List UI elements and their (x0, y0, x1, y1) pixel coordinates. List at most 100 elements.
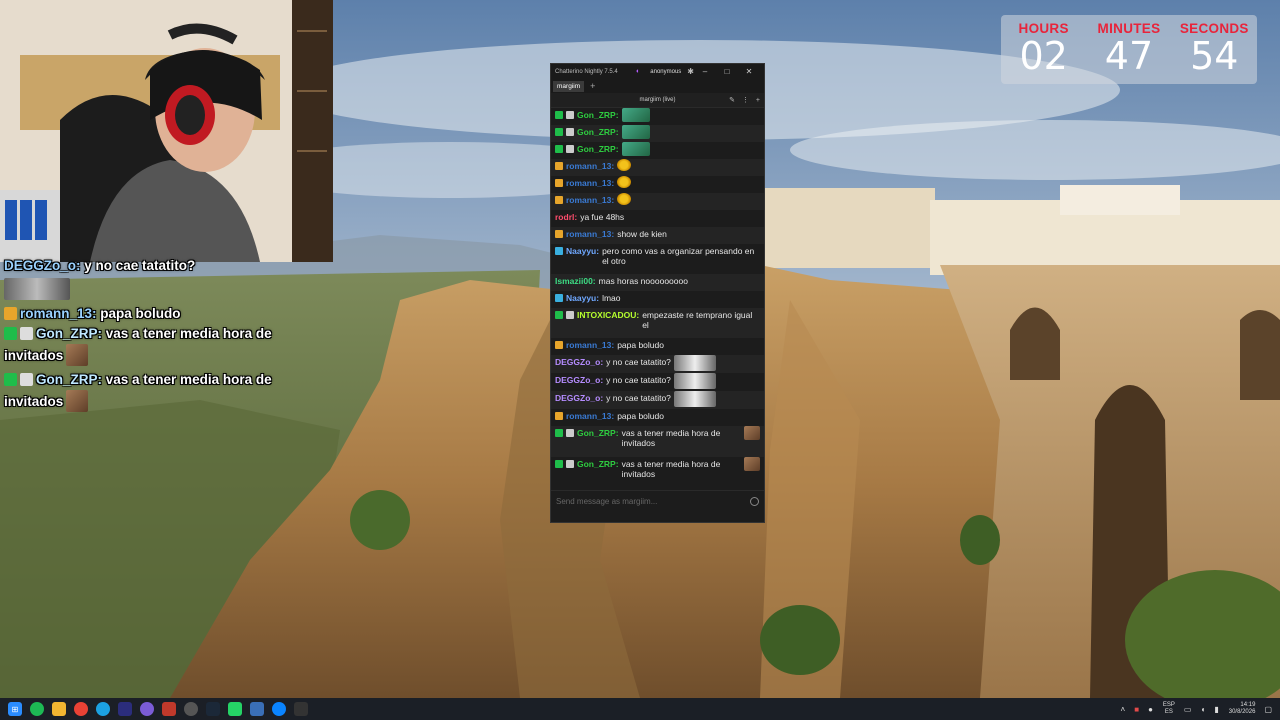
steam-icon[interactable] (206, 702, 220, 716)
chat-message[interactable]: INTOXICADOU: empezaste re temprano igual … (551, 308, 764, 338)
chat-username[interactable]: DEGGZo_o: (555, 375, 603, 385)
add-split-icon[interactable]: + (756, 97, 760, 104)
obs-icon[interactable] (184, 702, 198, 716)
close-button[interactable]: ✕ (738, 67, 760, 76)
minimize-button[interactable]: – (694, 67, 716, 76)
chat-text: y no cae tatatito? (606, 357, 671, 367)
whatsapp-icon[interactable] (228, 702, 242, 716)
chat-username[interactable]: Ismazii00: (555, 276, 596, 286)
chat-message[interactable]: romann_13: (551, 159, 764, 176)
chat-message[interactable]: DEGGZo_o: y no cae tatatito? (551, 355, 764, 373)
language-indicator[interactable]: ESP ES (1163, 702, 1175, 716)
message-list[interactable]: Gon_ZRP: Gon_ZRP: Gon_ZRP: romann_13: ro… (551, 108, 764, 490)
chat-text: vas a tener media hora de invitados (621, 459, 721, 479)
chat-username[interactable]: Gon_ZRP: (577, 127, 619, 137)
more-menu-icon[interactable]: ⋮ (742, 97, 749, 104)
spotify-icon[interactable] (30, 702, 44, 716)
overlay-username: romann_13: (20, 306, 97, 321)
chat-message[interactable]: Gon_ZRP: (551, 108, 764, 125)
chat-message[interactable]: romann_13: show de kien (551, 227, 764, 244)
chat-text: vas a tener media hora de invitados (621, 428, 721, 448)
overlay-username: Gon_ZRP: (36, 326, 102, 341)
chatterino-window[interactable]: Chatterino Nightly 7.5.4 ◐ anonymous ✱ –… (550, 63, 765, 523)
clock-time: 14:19 (1240, 702, 1256, 708)
webcam-image (0, 0, 333, 262)
prime-badge-icon (555, 196, 563, 204)
chat-username[interactable]: Gon_ZRP: (577, 428, 619, 438)
chat-username[interactable]: romann_13: (566, 161, 614, 171)
notification-icon[interactable]: ▢ (1264, 705, 1272, 714)
chat-message[interactable]: romann_13: (551, 193, 764, 210)
edge-icon[interactable] (96, 702, 110, 716)
chrome-icon[interactable] (74, 702, 88, 716)
chat-message[interactable]: romann_13: papa boludo (551, 409, 764, 426)
account-name[interactable]: anonymous (650, 69, 681, 75)
tray-app-icon[interactable]: ■ (1134, 705, 1139, 714)
settings-gear-icon[interactable]: ✱ (687, 67, 694, 76)
chat-username[interactable]: romann_13: (566, 340, 614, 350)
pepe-emote-icon (621, 108, 650, 122)
chat-message[interactable]: DEGGZo_o: y no cae tatatito? (551, 391, 764, 409)
browser-icon[interactable] (272, 702, 286, 716)
emoji-icon[interactable] (750, 497, 759, 506)
timer-minutes: MINUTES 47 (1087, 15, 1171, 84)
chat-username[interactable]: romann_13: (566, 178, 614, 188)
chat-message[interactable]: romann_13: (551, 176, 764, 193)
chat-username[interactable]: rodrl: (555, 212, 577, 222)
overlay-username: Gon_ZRP: (36, 372, 102, 387)
chat-message[interactable]: romann_13: papa boludo (551, 338, 764, 355)
chat-message[interactable]: rodrl: ya fue 48hs (551, 210, 764, 227)
chat-message[interactable]: Gon_ZRP: (551, 142, 764, 159)
microphone-icon[interactable]: ● (1148, 705, 1153, 714)
message-input[interactable] (556, 497, 750, 506)
chat-message[interactable]: Gon_ZRP: vas a tener media hora de invita… (551, 426, 764, 457)
chevron-up-icon[interactable]: ˄ (1121, 705, 1126, 714)
timer-hours: HOURS 02 (1001, 15, 1085, 84)
verified-badge-icon (555, 145, 563, 153)
channel-header-title: margiim (live) (639, 97, 676, 103)
chat-message[interactable]: Naayyu: pero como vas a organizar pensand… (551, 244, 764, 274)
chat-username[interactable]: INTOXICADOU: (577, 310, 639, 320)
chat-message[interactable]: Gon_ZRP: vas a tener media hora de invita… (551, 457, 764, 488)
add-tab-button[interactable]: + (590, 81, 595, 91)
minutes-value: 47 (1104, 34, 1154, 78)
streamer-mode-icon[interactable]: ◐ (636, 68, 640, 75)
chat-message[interactable]: DEGGZo_o: y no cae tatatito? (551, 373, 764, 391)
chat-username[interactable]: Naayyu: (566, 293, 599, 303)
notepad-icon[interactable] (250, 702, 264, 716)
chat-username[interactable]: DEGGZo_o: (555, 393, 603, 403)
app-icon[interactable] (162, 702, 176, 716)
battery-icon[interactable]: ▮ (1214, 705, 1218, 714)
file-explorer-icon[interactable] (52, 702, 66, 716)
maximize-button[interactable]: □ (716, 67, 738, 76)
verified-badge-icon (555, 429, 563, 437)
chat-username[interactable]: Gon_ZRP: (577, 459, 619, 469)
chatterino-icon[interactable] (294, 702, 308, 716)
chat-message[interactable]: Ismazii00: mas horas nooooooooo (551, 274, 764, 291)
cat-emote-icon (673, 391, 716, 407)
tab-margiim[interactable]: margiim (553, 80, 585, 92)
windows-start-icon[interactable]: ⊞ (8, 702, 22, 716)
chat-message[interactable]: Gon_ZRP: (551, 125, 764, 142)
chat-username[interactable]: romann_13: (566, 195, 614, 205)
premiere-icon[interactable] (118, 702, 132, 716)
pepe-emote-icon (621, 142, 650, 156)
chat-message[interactable]: Naayyu: lmao (551, 291, 764, 308)
discord-icon[interactable] (140, 702, 154, 716)
prime-badge-icon (555, 162, 563, 170)
volume-icon[interactable]: ◖ (1200, 705, 1205, 714)
prime-badge-icon (555, 230, 563, 238)
chat-username[interactable]: Gon_ZRP: (577, 144, 619, 154)
edit-icon[interactable]: ✎ (729, 97, 735, 104)
chat-username[interactable]: DEGGZo_o: (555, 357, 603, 367)
taskbar-clock[interactable]: 14:19 30/8/2026 (1229, 702, 1256, 716)
chat-username[interactable]: Naayyu: (566, 246, 599, 256)
chat-username[interactable]: romann_13: (566, 229, 614, 239)
split-header[interactable]: margiim (live) ✎ ⋮ + (551, 93, 764, 108)
sub-badge-icon (566, 429, 574, 437)
chat-username[interactable]: Gon_ZRP: (577, 110, 619, 120)
sub-badge-icon (566, 145, 574, 153)
chat-username[interactable]: romann_13: (566, 411, 614, 421)
window-title-bar[interactable]: Chatterino Nightly 7.5.4 ◐ anonymous ✱ –… (551, 64, 764, 79)
network-icon[interactable]: ▭ (1184, 705, 1192, 714)
